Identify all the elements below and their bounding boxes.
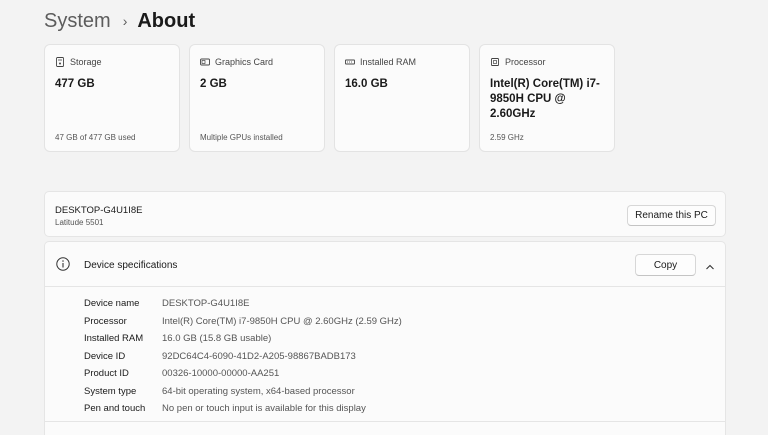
graphics-card-header: Graphics Card	[200, 57, 273, 67]
spec-row-processor: Processor Intel(R) Core(TM) i7-9850H CPU…	[84, 313, 402, 331]
spec-row-device-name: Device name DESKTOP-G4U1I8E	[84, 295, 402, 313]
chevron-up-icon[interactable]	[705, 259, 715, 270]
processor-card-header: Processor	[490, 57, 546, 67]
graphics-card-card[interactable]: Graphics Card 2 GB Multiple GPUs install…	[189, 44, 325, 152]
breadcrumb-system-link[interactable]: System	[44, 10, 111, 33]
spec-row-device-id: Device ID 92DC64C4-6090-41D2-A205-98867B…	[84, 348, 402, 366]
storage-card-value: 477 GB	[55, 78, 95, 90]
storage-card[interactable]: Storage 477 GB 47 GB of 477 GB used	[44, 44, 180, 152]
graphics-card-sub: Multiple GPUs installed	[200, 133, 283, 142]
storage-card-title: Storage	[70, 57, 102, 67]
spec-label: Device name	[84, 298, 140, 310]
spec-label: Pen and touch	[84, 403, 146, 415]
spec-label: Installed RAM	[84, 333, 144, 345]
device-specifications-list: Device name DESKTOP-G4U1I8E Processor In…	[84, 295, 402, 418]
breadcrumb: System › About	[44, 8, 195, 34]
processor-card-title: Processor	[505, 57, 546, 67]
rename-pc-button[interactable]: Rename this PC	[627, 205, 716, 226]
ram-card[interactable]: Installed RAM 16.0 GB	[334, 44, 470, 152]
breadcrumb-chevron-icon: ›	[122, 13, 128, 29]
spec-value: 00326-10000-00000-AA251	[162, 368, 280, 380]
spec-label: System type	[84, 385, 137, 397]
pc-name-panel: DESKTOP-G4U1I8E Latitude 5501 Rename thi…	[44, 191, 726, 237]
processor-card-value: Intel(R) Core(TM) i7-9850H CPU @ 2.60GHz	[490, 78, 600, 120]
graphics-card-icon	[200, 57, 210, 67]
spec-value: DESKTOP-G4U1I8E	[162, 298, 250, 310]
spec-value: No pen or touch input is available for t…	[162, 403, 366, 415]
spec-row-product-id: Product ID 00326-10000-00000-AA251	[84, 365, 402, 383]
spec-row-system-type: System type 64-bit operating system, x64…	[84, 383, 402, 401]
info-icon	[56, 257, 70, 271]
copy-button[interactable]: Copy	[635, 254, 696, 276]
storage-card-sub: 47 GB of 477 GB used	[55, 133, 136, 142]
spec-label: Product ID	[84, 368, 129, 380]
device-specifications-title: Device specifications	[84, 260, 178, 271]
spec-row-pen-and-touch: Pen and touch No pen or touch input is a…	[84, 400, 402, 418]
ram-card-value: 16.0 GB	[345, 78, 388, 90]
spec-label: Device ID	[84, 350, 126, 362]
spec-value: 16.0 GB (15.8 GB usable)	[162, 333, 272, 345]
graphics-card-title: Graphics Card	[215, 57, 274, 67]
graphics-card-value: 2 GB	[200, 78, 227, 90]
divider	[44, 421, 726, 422]
ram-card-title: Installed RAM	[360, 57, 417, 67]
processor-card-sub: 2.59 GHz	[490, 133, 524, 142]
spec-value: 92DC64C4-6090-41D2-A205-98867BADB173	[162, 350, 356, 362]
processor-card[interactable]: Processor Intel(R) Core(TM) i7-9850H CPU…	[479, 44, 615, 152]
pc-model: Latitude 5501	[55, 218, 104, 227]
spec-label: Processor	[84, 315, 127, 327]
spec-value: 64-bit operating system, x64-based proce…	[162, 385, 355, 397]
pc-name: DESKTOP-G4U1I8E	[55, 205, 143, 216]
page-title: About	[137, 9, 196, 32]
spec-row-installed-ram: Installed RAM 16.0 GB (15.8 GB usable)	[84, 330, 402, 348]
storage-card-header: Storage	[55, 57, 102, 67]
device-specifications-panel: Device specifications Copy Device name D…	[44, 241, 726, 435]
ram-card-header: Installed RAM	[345, 57, 416, 67]
device-specifications-header[interactable]: Device specifications Copy	[45, 242, 725, 287]
spec-value: Intel(R) Core(TM) i7-9850H CPU @ 2.60GHz…	[162, 315, 402, 327]
processor-icon	[490, 57, 500, 67]
storage-icon	[55, 57, 65, 67]
ram-icon	[345, 57, 355, 67]
